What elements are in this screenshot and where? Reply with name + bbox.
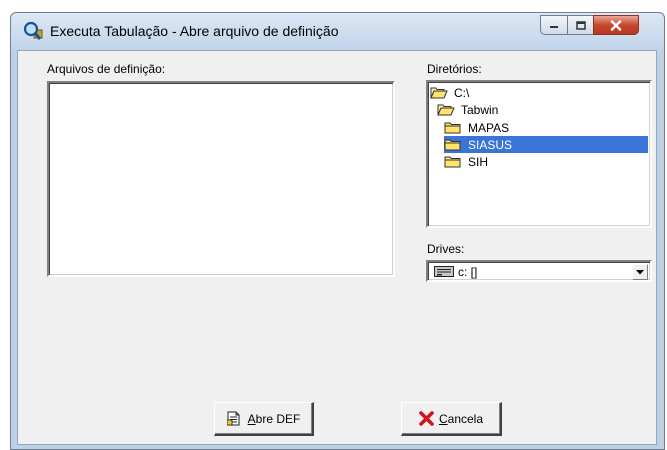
drives-selected-value: c: [] xyxy=(458,265,478,279)
dialog-body: Arquivos de definição: Diretórios: C:\ T… xyxy=(17,50,657,445)
open-def-accelerator: A xyxy=(247,411,256,426)
open-def-label: bre DEF xyxy=(255,411,301,426)
close-icon xyxy=(610,19,622,31)
dialog-window: Executa Tabulação - Abre arquivo de defi… xyxy=(10,12,665,450)
cancel-label: ancela xyxy=(447,411,484,426)
dir-item-label: MAPAS xyxy=(468,120,510,135)
dropdown-arrow-icon xyxy=(636,269,644,274)
dir-item-sih[interactable]: SIH xyxy=(444,153,490,170)
dir-item-label: SIASUS xyxy=(466,137,515,152)
dir-item-label: Tabwin xyxy=(461,102,499,117)
maximize-button[interactable] xyxy=(567,15,593,35)
window-title: Executa Tabulação - Abre arquivo de defi… xyxy=(50,23,339,39)
close-button[interactable] xyxy=(593,15,639,35)
title-bar[interactable]: Executa Tabulação - Abre arquivo de defi… xyxy=(11,13,664,49)
dir-item-mapas[interactable]: MAPAS xyxy=(444,119,511,136)
cancel-accelerator: C xyxy=(438,411,448,426)
drives-select[interactable]: c: [] xyxy=(426,260,652,282)
drives-dropdown-button[interactable] xyxy=(632,264,648,280)
dir-item-c-root[interactable]: C:\ xyxy=(430,84,471,101)
directories-label: Diretórios: xyxy=(427,62,482,76)
magnifier-tab-icon xyxy=(23,21,43,40)
directories-tree[interactable]: C:\ Tabwin MAPAS SIASUS SIH xyxy=(426,80,652,228)
definition-files-list[interactable] xyxy=(47,81,395,277)
minimize-button[interactable] xyxy=(540,15,567,35)
document-open-icon xyxy=(226,411,240,426)
hard-drive-icon xyxy=(434,266,454,277)
minimize-icon xyxy=(550,26,558,28)
open-def-button[interactable]: Abre DEF xyxy=(214,402,314,436)
dir-item-tabwin[interactable]: Tabwin xyxy=(437,101,500,118)
cancel-button[interactable]: Cancela xyxy=(401,402,502,436)
open-folder-icon xyxy=(437,104,455,116)
dir-item-label: SIH xyxy=(468,154,489,169)
drives-label: Drives: xyxy=(427,242,465,256)
definition-files-label: Arquivos de definição: xyxy=(47,62,166,76)
folder-icon xyxy=(444,122,461,134)
red-x-icon xyxy=(419,411,434,426)
maximize-icon xyxy=(575,20,586,30)
dir-item-siasus[interactable]: SIASUS xyxy=(444,136,648,153)
dir-item-label: C:\ xyxy=(454,85,470,100)
folder-icon xyxy=(444,156,461,168)
open-folder-icon xyxy=(430,87,448,99)
folder-icon xyxy=(444,139,461,151)
